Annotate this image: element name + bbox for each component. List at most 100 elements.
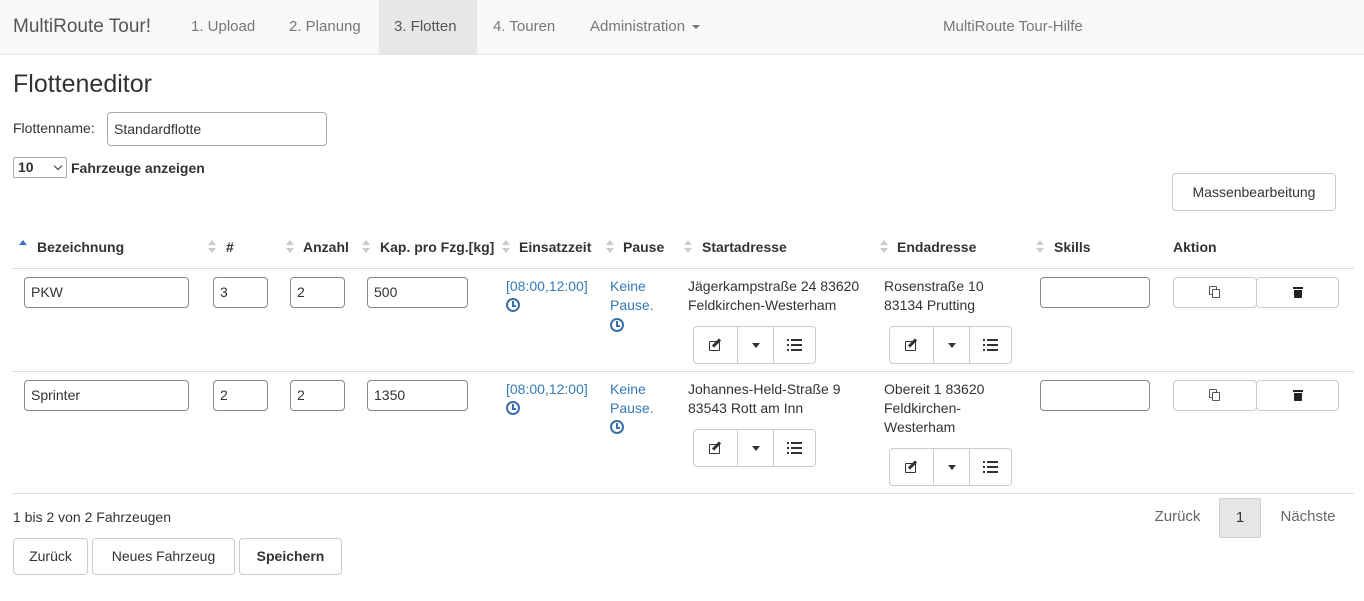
back-button[interactable]: Zurück [13, 538, 88, 575]
nav-flotten[interactable]: 3. Flotten [379, 0, 477, 54]
col-header-aktion: Aktion [1173, 239, 1217, 255]
col-header-nummer[interactable]: # [226, 239, 234, 255]
list-icon [787, 339, 802, 351]
bezeichnung-input[interactable]: Sprinter [24, 380, 189, 411]
clock-icon[interactable] [506, 298, 520, 312]
nav-administration[interactable]: Administration [575, 0, 715, 54]
nav-administration-label: Administration [590, 18, 686, 35]
list-icon [787, 442, 802, 454]
startadresse-line2: Feldkirchen-Westerham [688, 297, 837, 313]
edit-address-button[interactable] [890, 449, 933, 485]
endadresse-actions [889, 326, 1012, 364]
sort-asc-icon[interactable] [19, 239, 27, 255]
mass-edit-button[interactable]: Massenbearbeitung [1172, 173, 1336, 211]
pagination-prev[interactable]: Zurück [1140, 498, 1215, 538]
sort-icon[interactable] [606, 239, 614, 255]
sort-icon[interactable] [362, 239, 370, 255]
sort-icon[interactable] [684, 239, 692, 255]
copy-vehicle-button[interactable] [1173, 380, 1257, 411]
kapazitaet-input[interactable]: 500 [367, 277, 468, 308]
delete-vehicle-button[interactable] [1256, 380, 1339, 411]
anzahl-input[interactable]: 2 [290, 380, 345, 411]
bezeichnung-input[interactable]: PKW [24, 277, 189, 308]
col-header-anzahl[interactable]: Anzahl [303, 239, 349, 255]
table-divider [13, 493, 1354, 494]
edit-address-button[interactable] [890, 327, 933, 363]
col-header-startadresse[interactable]: Startadresse [702, 239, 787, 255]
caret-down-icon [947, 342, 956, 348]
edit-address-button[interactable] [694, 327, 737, 363]
einsatzzeit-link[interactable]: [08:00,12:00] [506, 277, 588, 296]
pagination-current[interactable]: 1 [1219, 498, 1261, 538]
address-dropdown-button[interactable] [933, 449, 969, 485]
sort-icon[interactable] [286, 239, 294, 255]
address-list-button[interactable] [969, 327, 1011, 363]
pause-link-line1[interactable]: Keine [610, 277, 646, 296]
anzahl-input[interactable]: 2 [290, 277, 345, 308]
page-title: Flotteneditor [13, 70, 152, 98]
fleet-name-input[interactable] [107, 112, 327, 146]
delete-vehicle-button[interactable] [1256, 277, 1339, 308]
clock-icon[interactable] [610, 318, 624, 332]
address-list-button[interactable] [969, 449, 1011, 485]
copy-vehicle-button[interactable] [1173, 277, 1257, 308]
caret-down-icon [947, 464, 956, 470]
edit-address-button[interactable] [694, 430, 737, 466]
nummer-input[interactable]: 3 [213, 277, 268, 308]
einsatzzeit-link[interactable]: [08:00,12:00] [506, 380, 588, 399]
nav-touren[interactable]: 4. Touren [478, 0, 570, 54]
nav-help[interactable]: MultiRoute Tour-Hilfe [943, 0, 1083, 54]
sort-icon[interactable] [880, 239, 888, 255]
pause-link-line1[interactable]: Keine [610, 380, 646, 399]
sort-icon[interactable] [1036, 239, 1044, 255]
address-dropdown-button[interactable] [737, 327, 773, 363]
pause-link-line2[interactable]: Pause. [610, 399, 654, 418]
sort-icon[interactable] [502, 239, 510, 255]
caret-down-icon [751, 342, 760, 348]
nav-planung[interactable]: 2. Planung [274, 0, 376, 54]
startadresse-line2: 83543 Rott am Inn [688, 400, 804, 416]
address-list-button[interactable] [773, 327, 815, 363]
startadresse-actions [693, 326, 816, 364]
col-header-kapazitaet[interactable]: Kap. pro Fzg.[kg] [380, 239, 494, 255]
sort-icon[interactable] [208, 239, 216, 255]
endadresse-line1: Rosenstraße 10 [884, 278, 984, 294]
address-list-button[interactable] [773, 430, 815, 466]
list-icon [983, 339, 998, 351]
list-icon [983, 461, 998, 473]
col-header-pause[interactable]: Pause [623, 239, 664, 255]
table-info: 1 bis 2 von 2 Fahrzeugen [13, 509, 171, 525]
nav-upload[interactable]: 1. Upload [176, 0, 270, 54]
brand[interactable]: MultiRoute Tour! [13, 0, 151, 54]
endadresse-actions [889, 448, 1012, 486]
pagination-next[interactable]: Nächste [1266, 498, 1350, 538]
endadresse-line2: Feldkirchen- [884, 400, 962, 416]
pause-link-line2[interactable]: Pause. [610, 296, 654, 315]
table-divider [13, 268, 1354, 269]
col-header-skills[interactable]: Skills [1054, 239, 1091, 255]
copy-icon [1209, 286, 1221, 299]
address-dropdown-button[interactable] [933, 327, 969, 363]
trash-icon [1292, 287, 1303, 298]
startadresse-line1: Jägerkampstraße 24 83620 [688, 278, 860, 294]
address-dropdown-button[interactable] [737, 430, 773, 466]
nummer-input[interactable]: 2 [213, 380, 268, 411]
kapazitaet-input[interactable]: 1350 [367, 380, 468, 411]
col-header-einsatzzeit[interactable]: Einsatzzeit [519, 239, 591, 255]
skills-input[interactable] [1040, 277, 1150, 308]
edit-icon [708, 441, 723, 454]
clock-icon[interactable] [506, 401, 520, 415]
edit-icon [904, 460, 919, 473]
new-vehicle-button[interactable]: Neues Fahrzeug [92, 538, 235, 575]
endadresse-line2: 83134 Prutting [884, 297, 976, 313]
startadresse-line1: Johannes-Held-Straße 9 [688, 381, 841, 397]
page-length-value: 10 [18, 159, 34, 175]
table-divider [13, 371, 1354, 372]
clock-icon[interactable] [610, 420, 624, 434]
page-length-select[interactable]: 10 [13, 157, 67, 178]
col-header-endadresse[interactable]: Endadresse [897, 239, 976, 255]
col-header-bezeichnung[interactable]: Bezeichnung [37, 239, 124, 255]
trash-icon [1292, 390, 1303, 401]
skills-input[interactable] [1040, 380, 1150, 411]
save-button[interactable]: Speichern [239, 538, 342, 575]
